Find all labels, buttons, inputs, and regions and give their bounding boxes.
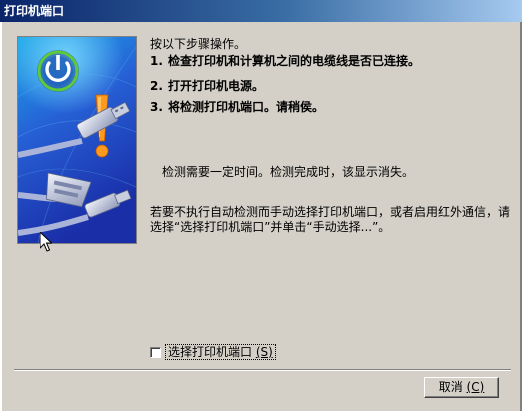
step-2-text: 打开打印机电源。 xyxy=(168,79,265,93)
step-2-number: 2. xyxy=(150,79,163,93)
step-1-number: 1. xyxy=(150,54,163,68)
cancel-button-label: 取消 xyxy=(438,380,463,394)
step-1-text: 检查打印机和计算机之间的电缆线是否已连接。 xyxy=(168,54,421,68)
step-1: 1. 检查打印机和计算机之间的电缆线是否已连接。 xyxy=(150,52,420,69)
separator-highlight xyxy=(14,370,511,371)
cancel-button-mnemonic: (C) xyxy=(466,380,485,394)
select-port-checkbox[interactable] xyxy=(150,346,161,358)
step-3: 3. 将检测打印机端口。请稍侯。 xyxy=(150,98,324,115)
window-border-left xyxy=(0,22,2,411)
manual-selection-hint: 若要不执行自动检测而手动选择打印机端口，或者启用红外通信，请选择“选择打印机端口… xyxy=(150,205,511,234)
instructions-intro: 按以下步骤操作。 xyxy=(150,37,247,51)
mouse-pointer-icon xyxy=(40,232,52,252)
select-port-label[interactable]: 选择打印机端口 (S) xyxy=(165,344,276,360)
select-port-option[interactable]: 选择打印机端口 (S) xyxy=(150,344,276,360)
step-3-text: 将检测打印机端口。请稍侯。 xyxy=(168,100,325,114)
window-title: 打印机端口 xyxy=(4,4,65,18)
cancel-button[interactable]: 取消 (C) xyxy=(424,377,499,398)
select-port-label-text: 选择打印机端口 xyxy=(168,345,253,359)
detection-note: 检测需要一定时间。检测完成时，该显示消失。 xyxy=(162,165,415,179)
step-2: 2. 打开打印机电源。 xyxy=(150,77,264,94)
select-port-mnemonic: (S) xyxy=(255,345,273,359)
printer-port-illustration xyxy=(17,36,137,244)
illustration-graphic xyxy=(18,37,136,243)
title-bar[interactable]: 打印机端口 xyxy=(0,0,522,22)
step-3-number: 3. xyxy=(150,100,163,114)
power-icon xyxy=(37,50,79,92)
